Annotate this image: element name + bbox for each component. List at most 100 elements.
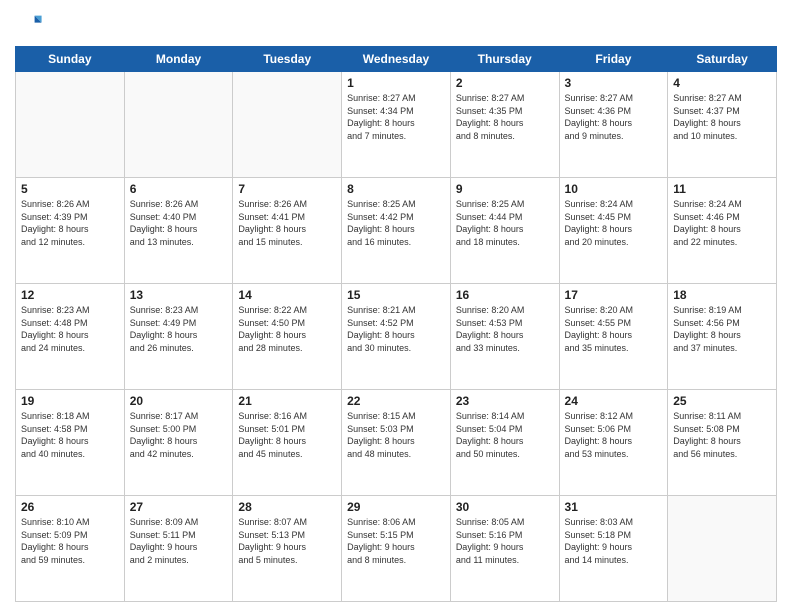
calendar-cell: 13Sunrise: 8:23 AM Sunset: 4:49 PM Dayli… [124, 284, 233, 390]
header [15, 10, 777, 38]
calendar-cell: 10 Sunrise: 8:24 AM Sunset: 4:45 PM Dayli… [559, 178, 668, 284]
calendar-cell: 29 Sunrise: 8:06 AM Sunset: 5:15 PM Dayli… [342, 496, 451, 602]
day-number: 29 [347, 500, 445, 514]
calendar-cell: 27 Sunrise: 8:09 AM Sunset: 5:11 PM Dayli… [124, 496, 233, 602]
day-number: 20 [130, 394, 228, 408]
calendar-cell: 17 Sunrise: 8:20 AM Sunset: 4:55 PM Dayli… [559, 284, 668, 390]
weekday-header-friday: Friday [559, 47, 668, 72]
calendar-cell: 8 Sunrise: 8:25 AM Sunset: 4:42 PM Daylig… [342, 178, 451, 284]
calendar-cell: 24Sunrise: 8:12 AM Sunset: 5:06 PM Dayli… [559, 390, 668, 496]
day-info: Sunrise: 8:16 AM Sunset: 5:01 PM Dayligh… [238, 410, 336, 460]
logo-icon [15, 10, 43, 38]
day-number: 2 [456, 76, 554, 90]
calendar-cell [16, 72, 125, 178]
weekday-header-row: SundayMondayTuesdayWednesdayThursdayFrid… [16, 47, 777, 72]
day-number: 19 [21, 394, 119, 408]
calendar-cell: 7 Sunrise: 8:26 AM Sunset: 4:41 PM Daylig… [233, 178, 342, 284]
day-number: 10 [565, 182, 663, 196]
day-info: Sunrise: 8:10 AM Sunset: 5:09 PM Dayligh… [21, 516, 119, 566]
day-info: Sunrise: 8:25 AM Sunset: 4:42 PM Dayligh… [347, 198, 445, 248]
day-number: 11 [673, 182, 771, 196]
day-info: Sunrise: 8:23 AM Sunset: 4:48 PM Dayligh… [21, 304, 119, 354]
day-number: 12 [21, 288, 119, 302]
day-number: 28 [238, 500, 336, 514]
day-number: 21 [238, 394, 336, 408]
day-number: 4 [673, 76, 771, 90]
calendar-week-row: 12 Sunrise: 8:23 AM Sunset: 4:48 PM Dayli… [16, 284, 777, 390]
calendar-cell: 31 Sunrise: 8:03 AM Sunset: 5:18 PM Dayli… [559, 496, 668, 602]
calendar-cell: 21 Sunrise: 8:16 AM Sunset: 5:01 PM Dayli… [233, 390, 342, 496]
day-number: 18 [673, 288, 771, 302]
day-number: 24 [565, 394, 663, 408]
weekday-header-saturday: Saturday [668, 47, 777, 72]
weekday-header-monday: Monday [124, 47, 233, 72]
day-info: Sunrise: 8:07 AM Sunset: 5:13 PM Dayligh… [238, 516, 336, 566]
day-info: Sunrise: 8:18 AM Sunset: 4:58 PM Dayligh… [21, 410, 119, 460]
day-info: Sunrise: 8:27 AM Sunset: 4:37 PM Dayligh… [673, 92, 771, 142]
calendar-cell: 1Sunrise: 8:27 AM Sunset: 4:34 PM Daylig… [342, 72, 451, 178]
day-info: Sunrise: 8:19 AM Sunset: 4:56 PM Dayligh… [673, 304, 771, 354]
calendar-cell: 25 Sunrise: 8:11 AM Sunset: 5:08 PM Dayli… [668, 390, 777, 496]
day-number: 23 [456, 394, 554, 408]
calendar-cell: 9Sunrise: 8:25 AM Sunset: 4:44 PM Daylig… [450, 178, 559, 284]
calendar-cell: 22 Sunrise: 8:15 AM Sunset: 5:03 PM Dayli… [342, 390, 451, 496]
day-number: 17 [565, 288, 663, 302]
calendar-cell: 28 Sunrise: 8:07 AM Sunset: 5:13 PM Dayli… [233, 496, 342, 602]
calendar-cell: 26Sunrise: 8:10 AM Sunset: 5:09 PM Dayli… [16, 496, 125, 602]
day-number: 1 [347, 76, 445, 90]
calendar-week-row: 19 Sunrise: 8:18 AM Sunset: 4:58 PM Dayli… [16, 390, 777, 496]
calendar-cell: 12 Sunrise: 8:23 AM Sunset: 4:48 PM Dayli… [16, 284, 125, 390]
calendar-cell [124, 72, 233, 178]
calendar-cell: 4 Sunrise: 8:27 AM Sunset: 4:37 PM Daylig… [668, 72, 777, 178]
logo [15, 10, 47, 38]
day-number: 8 [347, 182, 445, 196]
day-info: Sunrise: 8:06 AM Sunset: 5:15 PM Dayligh… [347, 516, 445, 566]
day-number: 27 [130, 500, 228, 514]
day-info: Sunrise: 8:17 AM Sunset: 5:00 PM Dayligh… [130, 410, 228, 460]
calendar-cell: 20 Sunrise: 8:17 AM Sunset: 5:00 PM Dayli… [124, 390, 233, 496]
calendar-cell: 6Sunrise: 8:26 AM Sunset: 4:40 PM Daylig… [124, 178, 233, 284]
calendar-cell: 5Sunrise: 8:26 AM Sunset: 4:39 PM Daylig… [16, 178, 125, 284]
day-number: 16 [456, 288, 554, 302]
day-info: Sunrise: 8:24 AM Sunset: 4:45 PM Dayligh… [565, 198, 663, 248]
calendar-cell: 16 Sunrise: 8:20 AM Sunset: 4:53 PM Dayli… [450, 284, 559, 390]
day-info: Sunrise: 8:20 AM Sunset: 4:55 PM Dayligh… [565, 304, 663, 354]
day-info: Sunrise: 8:26 AM Sunset: 4:40 PM Dayligh… [130, 198, 228, 248]
day-info: Sunrise: 8:26 AM Sunset: 4:41 PM Dayligh… [238, 198, 336, 248]
day-info: Sunrise: 8:24 AM Sunset: 4:46 PM Dayligh… [673, 198, 771, 248]
day-info: Sunrise: 8:21 AM Sunset: 4:52 PM Dayligh… [347, 304, 445, 354]
day-number: 22 [347, 394, 445, 408]
calendar-cell: 18 Sunrise: 8:19 AM Sunset: 4:56 PM Dayli… [668, 284, 777, 390]
weekday-header-sunday: Sunday [16, 47, 125, 72]
day-number: 3 [565, 76, 663, 90]
weekday-header-tuesday: Tuesday [233, 47, 342, 72]
day-number: 31 [565, 500, 663, 514]
day-number: 5 [21, 182, 119, 196]
day-number: 13 [130, 288, 228, 302]
day-number: 25 [673, 394, 771, 408]
day-info: Sunrise: 8:20 AM Sunset: 4:53 PM Dayligh… [456, 304, 554, 354]
day-number: 9 [456, 182, 554, 196]
day-info: Sunrise: 8:14 AM Sunset: 5:04 PM Dayligh… [456, 410, 554, 460]
calendar-cell [233, 72, 342, 178]
day-info: Sunrise: 8:05 AM Sunset: 5:16 PM Dayligh… [456, 516, 554, 566]
calendar-week-row: 26Sunrise: 8:10 AM Sunset: 5:09 PM Dayli… [16, 496, 777, 602]
weekday-header-wednesday: Wednesday [342, 47, 451, 72]
calendar-cell: 30Sunrise: 8:05 AM Sunset: 5:16 PM Dayli… [450, 496, 559, 602]
calendar-week-row: 5Sunrise: 8:26 AM Sunset: 4:39 PM Daylig… [16, 178, 777, 284]
calendar-week-row: 1Sunrise: 8:27 AM Sunset: 4:34 PM Daylig… [16, 72, 777, 178]
day-number: 14 [238, 288, 336, 302]
day-info: Sunrise: 8:11 AM Sunset: 5:08 PM Dayligh… [673, 410, 771, 460]
weekday-header-thursday: Thursday [450, 47, 559, 72]
calendar-table: SundayMondayTuesdayWednesdayThursdayFrid… [15, 46, 777, 602]
calendar-cell: 23 Sunrise: 8:14 AM Sunset: 5:04 PM Dayli… [450, 390, 559, 496]
day-info: Sunrise: 8:27 AM Sunset: 4:36 PM Dayligh… [565, 92, 663, 142]
day-number: 15 [347, 288, 445, 302]
day-info: Sunrise: 8:09 AM Sunset: 5:11 PM Dayligh… [130, 516, 228, 566]
calendar-cell: 19 Sunrise: 8:18 AM Sunset: 4:58 PM Dayli… [16, 390, 125, 496]
day-info: Sunrise: 8:15 AM Sunset: 5:03 PM Dayligh… [347, 410, 445, 460]
day-number: 7 [238, 182, 336, 196]
calendar-cell: 14Sunrise: 8:22 AM Sunset: 4:50 PM Dayli… [233, 284, 342, 390]
day-info: Sunrise: 8:03 AM Sunset: 5:18 PM Dayligh… [565, 516, 663, 566]
calendar-cell [668, 496, 777, 602]
